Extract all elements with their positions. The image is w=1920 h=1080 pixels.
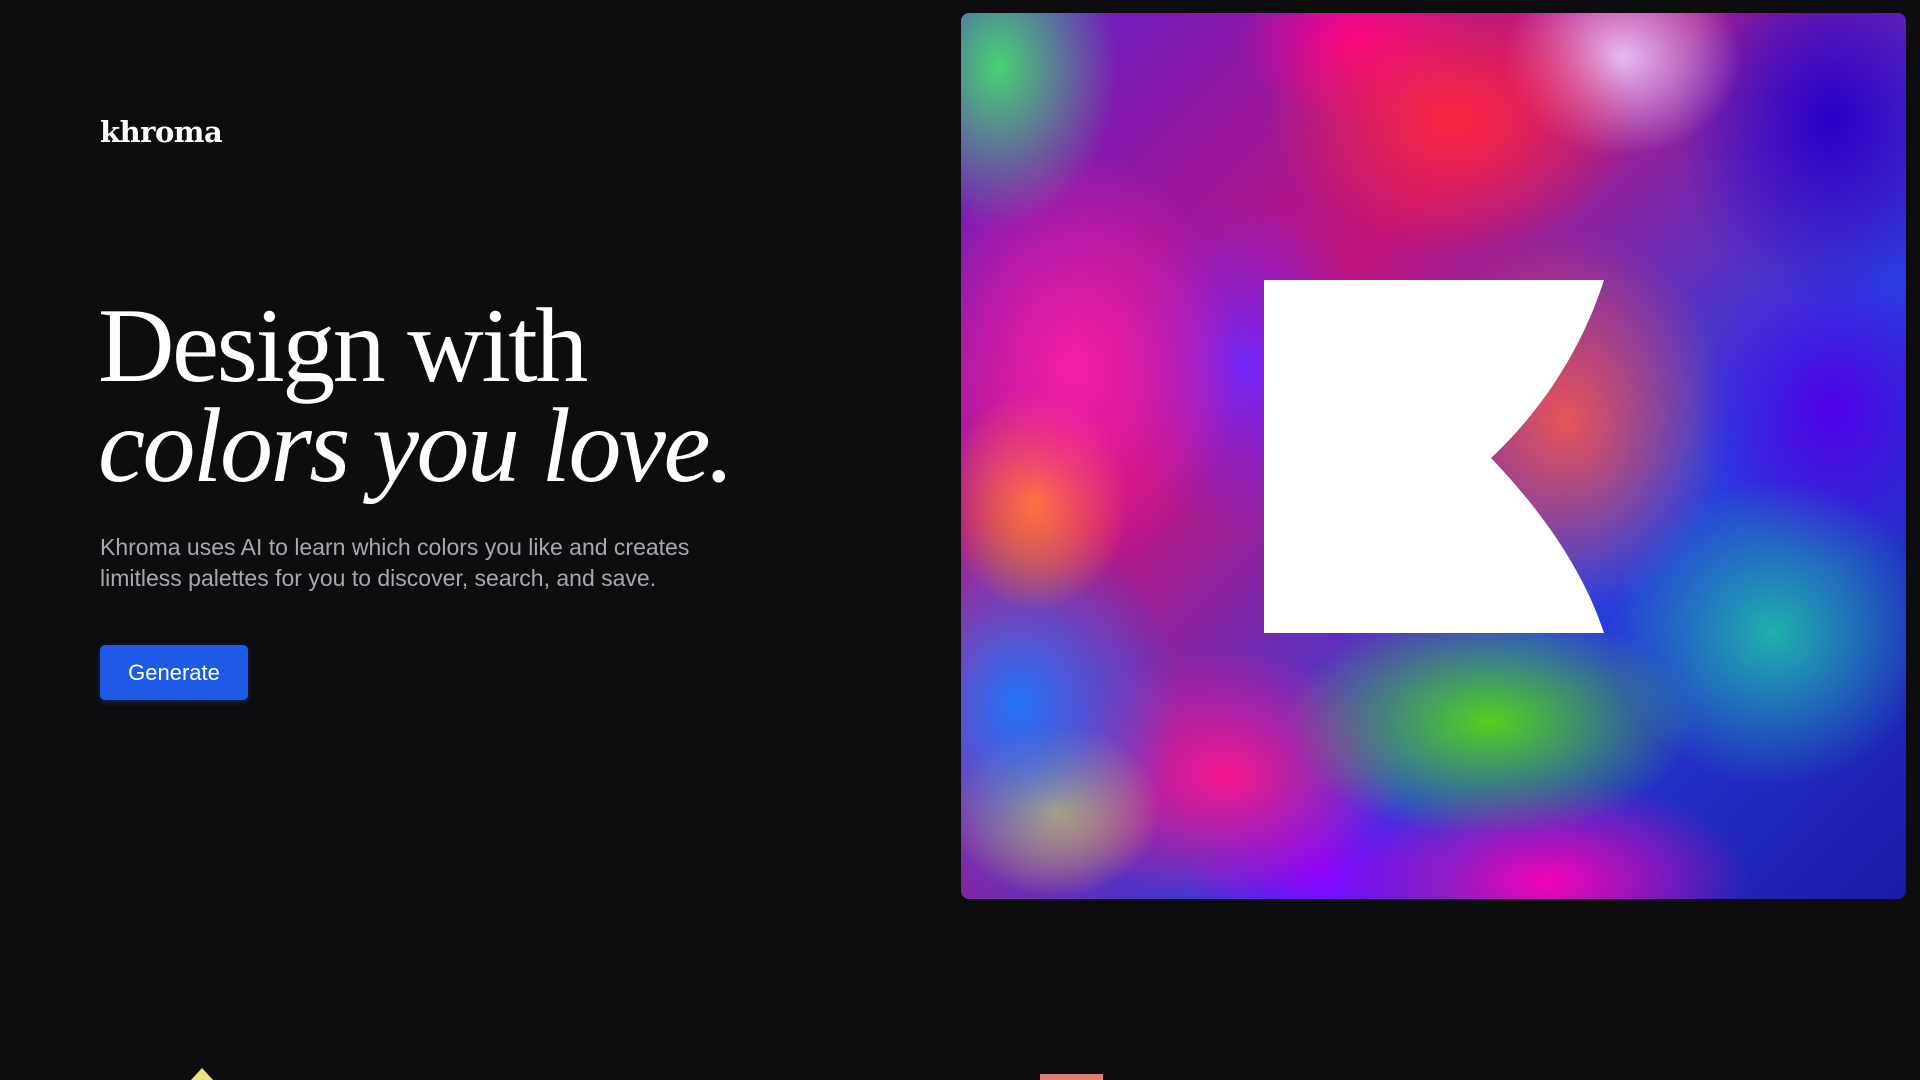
headline-line-2: colors you love.: [98, 387, 735, 504]
khroma-k-logo-icon: [1264, 280, 1604, 633]
headline-line-1: Design with: [98, 287, 588, 404]
generate-button[interactable]: Generate: [100, 645, 248, 700]
khroma-logo[interactable]: khroma: [100, 118, 223, 147]
bottom-triangle-shape: [191, 1068, 213, 1080]
hero-headline: Design with colors you love.: [98, 287, 735, 504]
bottom-color-swatch: [1040, 1074, 1103, 1080]
hero-gradient-image: [961, 13, 1906, 899]
hero-description: Khroma uses AI to learn which colors you…: [100, 534, 690, 591]
